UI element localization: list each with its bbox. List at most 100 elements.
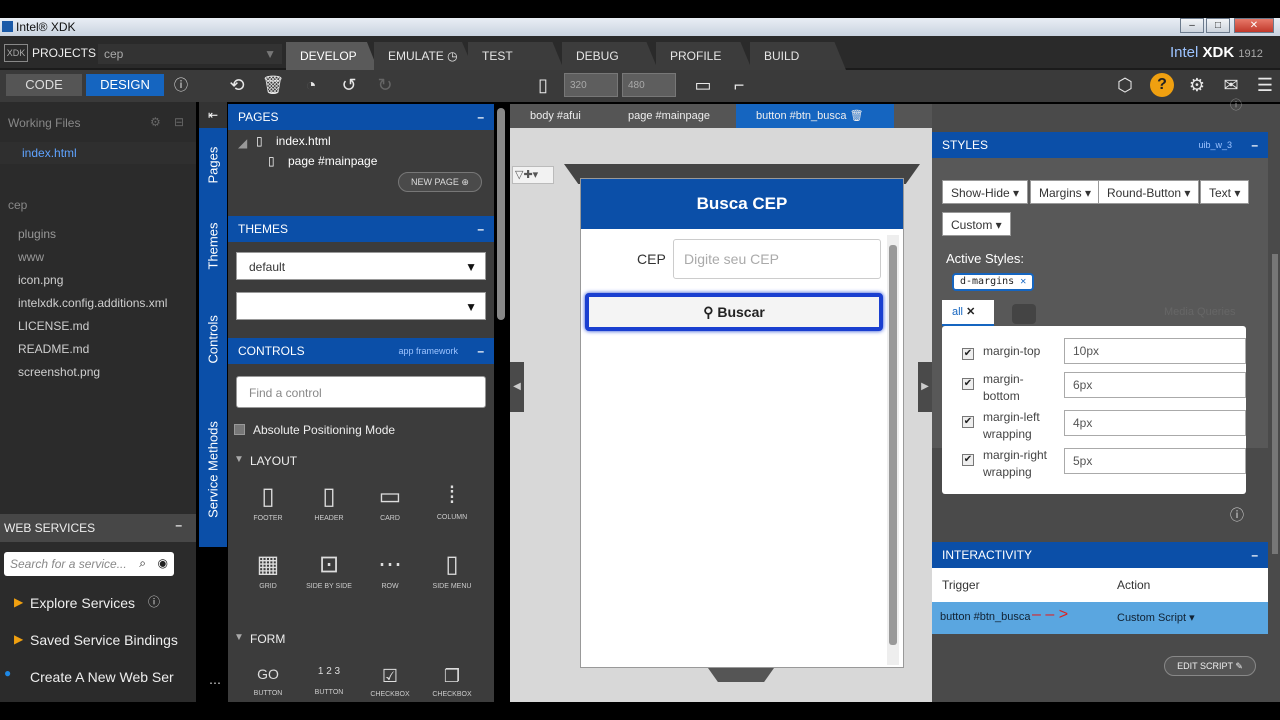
tab-emulate[interactable]: EMULATE ◷ — [374, 42, 474, 70]
explore-services-link[interactable]: Explore Services — [30, 595, 135, 611]
chip-text[interactable]: Text ▾ — [1200, 180, 1250, 204]
minimize-icon[interactable]: – — [175, 518, 182, 532]
minimize-icon[interactable]: – — [477, 104, 484, 130]
cep-input[interactable]: Digite seu CEP — [673, 239, 881, 279]
control-button-num[interactable]: 1 2 3 BUTTON — [301, 666, 357, 696]
tab-debug[interactable]: DEBUG — [562, 42, 658, 70]
chip-custom[interactable]: Custom ▾ — [942, 212, 1011, 236]
device-height-input[interactable] — [622, 73, 676, 97]
vtab-themes[interactable]: Themes — [206, 223, 221, 270]
info-icon[interactable]: ⓘ — [1230, 96, 1242, 113]
chip-show-hide[interactable]: Show-Hide ▾ — [942, 180, 1029, 204]
control-checkbox-group[interactable]: ❐ CHECKBOX — [424, 666, 480, 698]
control-card[interactable]: ▭ CARD — [362, 482, 418, 522]
ruler-icon[interactable]: ⌐ — [726, 72, 752, 98]
crumb-body[interactable]: body #afui — [510, 104, 601, 128]
history-icon[interactable]: ◔ — [298, 72, 324, 98]
tree-item-www[interactable]: www — [18, 250, 44, 264]
eye-icon[interactable]: ◉ — [158, 556, 168, 570]
control-row[interactable]: ⋯ ROW — [362, 550, 418, 590]
search-icon[interactable]: ⌕ — [139, 556, 146, 571]
interactivity-row[interactable]: button #btn_busca – – > Custom Script ▾ — [932, 602, 1268, 634]
create-service-link[interactable]: Create A New Web Ser — [30, 669, 174, 683]
remove-icon[interactable]: ✕ — [1020, 276, 1026, 287]
vtab-service-methods[interactable]: Service Methods — [206, 416, 221, 524]
margin-right-input[interactable]: 5px — [1064, 448, 1246, 474]
margin-top-checkbox[interactable]: ✔ — [962, 348, 974, 360]
minimize-icon[interactable]: – — [1251, 132, 1258, 158]
abs-mode-checkbox[interactable] — [234, 424, 245, 435]
tree-item-screenshot[interactable]: screenshot.png — [18, 365, 100, 379]
margin-right-checkbox[interactable]: ✔ — [962, 454, 974, 466]
preview-scrollbar[interactable] — [887, 235, 899, 665]
trash-icon[interactable]: 🗑 — [260, 72, 286, 98]
package-icon[interactable]: ⬡ — [1112, 72, 1138, 98]
refresh-icon[interactable]: ⟲ — [224, 72, 250, 98]
chip-margins[interactable]: Margins ▾ — [1030, 180, 1101, 204]
right-scrollbar[interactable] — [1272, 254, 1278, 554]
margin-bottom-checkbox[interactable]: ✔ — [962, 378, 974, 390]
control-checkbox[interactable]: ☑ CHECKBOX — [362, 666, 418, 698]
collapse-right-button[interactable]: ▶ — [918, 362, 932, 412]
panel-scrollbar[interactable] — [497, 108, 505, 320]
form-section[interactable]: FORM — [250, 632, 285, 646]
minimize-icon[interactable]: – — [477, 216, 484, 242]
tab-build[interactable]: BUILD — [750, 42, 846, 70]
minimize-icon[interactable]: – — [477, 338, 484, 364]
service-search[interactable]: Search for a service... ⌕ ◉ — [4, 552, 174, 576]
pages-file[interactable]: index.html — [276, 134, 331, 148]
project-root[interactable]: cep — [8, 198, 27, 212]
buscar-button[interactable]: ⚲ Buscar — [585, 293, 883, 331]
gear-icon[interactable]: ⚙ — [150, 115, 161, 129]
tab-develop[interactable]: DEVELOP — [286, 42, 378, 70]
minimize-button[interactable]: – — [1180, 18, 1204, 33]
margin-left-checkbox[interactable]: ✔ — [962, 416, 974, 428]
help-icon[interactable]: ? — [1150, 73, 1174, 97]
new-page-button[interactable]: NEW PAGE ⊕ — [398, 172, 482, 192]
design-button[interactable]: DESIGN — [86, 74, 164, 96]
more-icon[interactable]: ⋯ — [209, 676, 221, 690]
add-control-button[interactable]: ▽✚▾ — [512, 166, 554, 184]
gear-icon[interactable]: ⚙ — [1184, 72, 1210, 98]
projects-button[interactable]: PROJECTS — [32, 46, 96, 60]
active-style-chip[interactable]: d-margins ✕ — [952, 273, 1035, 291]
crumb-page[interactable]: page #mainpage — [608, 104, 730, 128]
saved-bindings-link[interactable]: Saved Service Bindings — [30, 632, 178, 648]
open-file-index[interactable]: index.html — [22, 146, 77, 160]
app-header[interactable]: Busca CEP — [581, 179, 903, 229]
control-grid[interactable]: ▦ GRID — [240, 550, 296, 590]
code-button[interactable]: CODE — [6, 74, 82, 96]
control-footer[interactable]: ▯ FOOTER — [240, 482, 296, 522]
crumb-button[interactable]: button #btn_busca 🗑 — [736, 104, 894, 128]
control-side-menu[interactable]: ▯ SIDE MENU — [424, 550, 480, 590]
control-button-go[interactable]: GO BUTTON — [240, 666, 296, 697]
tree-item-readme[interactable]: README.md — [18, 342, 89, 356]
minimize-icon[interactable]: – — [1251, 542, 1258, 568]
layout-section[interactable]: LAYOUT — [250, 454, 297, 468]
action-cell[interactable]: Custom Script ▾ — [1117, 611, 1195, 624]
project-select[interactable]: cep ▼ — [98, 44, 282, 64]
find-control-input[interactable]: Find a control — [236, 376, 486, 408]
split-icon[interactable]: ⊟ — [174, 115, 184, 129]
tree-item-icon[interactable]: icon.png — [18, 273, 63, 287]
tree-item-plugins[interactable]: plugins — [18, 227, 56, 241]
add-media-tab[interactable] — [1012, 304, 1036, 324]
vtab-controls[interactable]: Controls — [206, 315, 221, 363]
device-portrait-icon[interactable]: ▯ — [530, 72, 556, 98]
maximize-button[interactable]: □ — [1206, 18, 1230, 33]
trash-icon[interactable]: 🗑 — [850, 110, 864, 122]
control-column[interactable]: ⁞ COLUMN — [424, 482, 480, 521]
collapse-icon[interactable]: ⇤ — [199, 102, 227, 128]
margin-bottom-input[interactable]: 6px — [1064, 372, 1246, 398]
info-icon[interactable]: ⓘ — [1230, 505, 1244, 525]
close-button[interactable]: ✕ — [1234, 18, 1274, 33]
pages-mainpage[interactable]: page #mainpage — [288, 154, 377, 168]
tab-test[interactable]: TEST — [468, 42, 564, 70]
chat-icon[interactable]: ✉ — [1218, 72, 1244, 98]
device-width-input[interactable] — [564, 73, 618, 97]
info-icon[interactable]: ⓘ — [148, 593, 160, 610]
tab-profile[interactable]: PROFILE — [656, 42, 752, 70]
margin-left-input[interactable]: 4px — [1064, 410, 1246, 436]
control-side-by-side[interactable]: ⊡ SIDE BY SIDE — [301, 550, 357, 590]
rotate-device-icon[interactable]: ▭ — [690, 72, 716, 98]
